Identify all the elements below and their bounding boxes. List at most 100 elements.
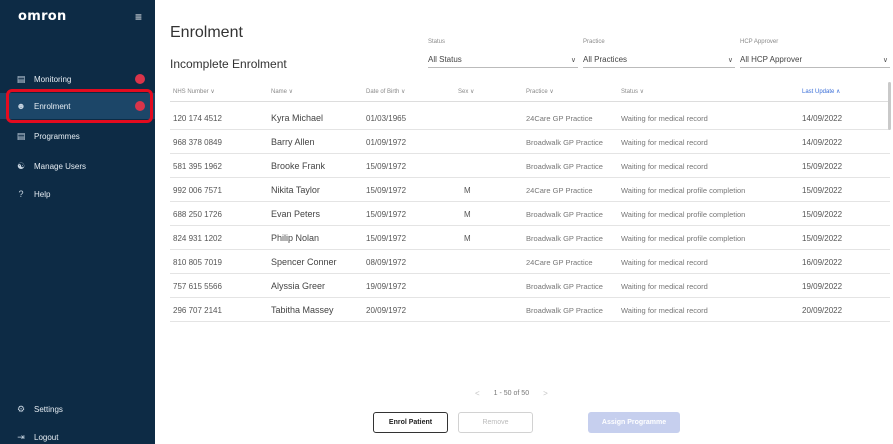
practice-cell: Broadwalk GP Practice xyxy=(526,138,603,147)
practice-cell: 24Care GP Practice xyxy=(526,258,593,267)
pagination: < 1 - 50 of 50 > xyxy=(475,389,548,398)
last-update-cell: 19/09/2022 xyxy=(802,282,843,291)
sidebar-item-label: Programmes xyxy=(34,131,80,141)
table-row[interactable]: 581 395 1962 Brooke Frank 15/09/1972 Bro… xyxy=(170,154,890,178)
status-cell: Waiting for medical record xyxy=(621,282,708,291)
sidebar-item-programmes[interactable]: ▤ Programmes xyxy=(0,123,155,149)
column-header-name[interactable]: Name ∨ xyxy=(271,88,293,95)
sidebar-item-label: Monitoring xyxy=(34,74,72,84)
table-row[interactable]: 824 931 1202 Philip Nolan 15/09/1972 M B… xyxy=(170,226,890,250)
dob-cell: 15/09/1972 xyxy=(366,162,407,171)
practice-cell: 24Care GP Practice xyxy=(526,186,593,195)
last-update-cell: 16/09/2022 xyxy=(802,258,843,267)
sex-cell: M xyxy=(464,186,471,195)
sidebar-item-monitoring[interactable]: ▤ Monitoring xyxy=(0,66,155,92)
sidebar-item-enrolment[interactable]: ☻ Enrolment xyxy=(0,93,155,119)
table-row[interactable]: 296 707 2141 Tabitha Massey 20/09/1972 B… xyxy=(170,298,890,322)
hamburger-icon[interactable]: ≡ xyxy=(135,10,142,24)
table-row[interactable]: 120 174 4512 Kyra Michael 01/03/1965 24C… xyxy=(170,106,890,130)
chevron-down-icon: ∨ xyxy=(882,56,888,64)
sidebar: omron ≡ ▤ Monitoring ☻ Enrolment ▤ Progr… xyxy=(0,0,155,444)
sidebar-item-logout[interactable]: ⇥ Logout xyxy=(0,424,155,444)
dob-cell: 15/09/1972 xyxy=(366,186,407,195)
table-row[interactable]: 968 378 0849 Barry Allen 01/09/1972 Broa… xyxy=(170,130,890,154)
assign-programme-button[interactable]: Assign Programme xyxy=(588,412,680,433)
nhs-number-cell: 120 174 4512 xyxy=(173,114,222,123)
practice-cell: Broadwalk GP Practice xyxy=(526,234,603,243)
practice-select-value: All Practices xyxy=(583,55,628,64)
nhs-number-cell: 810 805 7019 xyxy=(173,258,222,267)
practice-cell: Broadwalk GP Practice xyxy=(526,306,603,315)
status-select-value: All Status xyxy=(428,55,462,64)
column-header-practice[interactable]: Practice ∨ xyxy=(526,88,554,95)
dob-cell: 08/09/1972 xyxy=(366,258,407,267)
previous-page-icon[interactable]: < xyxy=(475,389,480,398)
question-icon: ? xyxy=(18,189,24,199)
dob-cell: 20/09/1972 xyxy=(366,306,407,315)
table-row[interactable]: 688 250 1726 Evan Peters 15/09/1972 M Br… xyxy=(170,202,890,226)
page-title: Enrolment xyxy=(170,24,243,41)
dob-cell: 01/03/1965 xyxy=(366,114,407,123)
sidebar-item-settings[interactable]: ⚙ Settings xyxy=(0,396,155,422)
sidebar-item-help[interactable]: ? Help xyxy=(0,181,155,207)
name-cell: Barry Allen xyxy=(271,137,315,147)
enrol-patient-button[interactable]: Enrol Patient xyxy=(373,412,448,433)
status-cell: Waiting for medical record xyxy=(621,258,708,267)
sidebar-item-label: Settings xyxy=(34,404,63,414)
last-update-cell: 20/09/2022 xyxy=(802,306,843,315)
hcp-approver-select-value: All HCP Approver xyxy=(740,55,803,64)
hcp-approver-filter-label: HCP Approver xyxy=(740,39,779,45)
last-update-cell: 14/09/2022 xyxy=(802,114,843,123)
sidebar-item-label: Manage Users xyxy=(34,161,87,171)
status-filter-label: Status xyxy=(428,39,446,45)
table-row[interactable]: 757 615 5566 Alyssia Greer 19/09/1972 Br… xyxy=(170,274,890,298)
practice-select[interactable]: All Practices ∨ xyxy=(583,52,735,68)
column-header-date-of-birth[interactable]: Date of Birth ∨ xyxy=(366,88,405,95)
column-header-nhs-number[interactable]: NHS Number ∨ xyxy=(173,88,215,95)
logout-icon: ⇥ xyxy=(17,431,25,442)
notification-badge xyxy=(135,74,145,84)
nhs-number-cell: 968 378 0849 xyxy=(173,138,222,147)
last-update-cell: 15/09/2022 xyxy=(802,186,843,195)
sidebar-item-label: Logout xyxy=(34,432,59,442)
remove-button[interactable]: Remove xyxy=(458,412,533,433)
status-cell: Waiting for medical record xyxy=(621,162,708,171)
status-cell: Waiting for medical profile completion xyxy=(621,186,746,195)
name-cell: Alyssia Greer xyxy=(271,281,326,291)
users-icon: ☯ xyxy=(16,160,26,171)
practice-cell: Broadwalk GP Practice xyxy=(526,210,603,219)
sex-cell: M xyxy=(464,210,471,219)
table-scrollbar[interactable] xyxy=(888,82,891,130)
practice-cell: Broadwalk GP Practice xyxy=(526,282,603,291)
column-header-sex[interactable]: Sex ∨ xyxy=(458,88,474,95)
pagination-range: 1 - 50 of 50 xyxy=(493,390,530,397)
sidebar-item-label: Enrolment xyxy=(34,101,71,111)
omron-logo: omron xyxy=(18,9,67,24)
practice-cell: Broadwalk GP Practice xyxy=(526,162,603,171)
sidebar-item-manage-users[interactable]: ☯ Manage Users xyxy=(0,153,155,179)
nhs-number-cell: 824 931 1202 xyxy=(173,234,222,243)
name-cell: Nikita Taylor xyxy=(271,185,320,195)
table-row[interactable]: 992 006 7571 Nikita Taylor 15/09/1972 M … xyxy=(170,178,890,202)
sex-cell: M xyxy=(464,234,471,243)
column-header-last-update[interactable]: Last Update ∧ xyxy=(802,88,840,95)
person-add-icon: ☻ xyxy=(16,101,26,111)
last-update-cell: 15/09/2022 xyxy=(802,162,843,171)
table-row[interactable]: 810 805 7019 Spencer Conner 08/09/1972 2… xyxy=(170,250,890,274)
status-cell: Waiting for medical record xyxy=(621,306,708,315)
status-select[interactable]: All Status ∨ xyxy=(428,52,578,68)
main-content: Enrolment Incomplete Enrolment Status Al… xyxy=(155,0,893,444)
hcp-approver-select[interactable]: All HCP Approver ∨ xyxy=(740,52,890,68)
next-page-icon[interactable]: > xyxy=(543,389,548,398)
dob-cell: 15/09/1972 xyxy=(366,234,407,243)
name-cell: Evan Peters xyxy=(271,209,321,219)
column-header-status[interactable]: Status ∨ xyxy=(621,88,644,95)
dob-cell: 19/09/1972 xyxy=(366,282,407,291)
sidebar-item-label: Help xyxy=(34,189,51,199)
practice-cell: 24Care GP Practice xyxy=(526,114,593,123)
table-row-partial xyxy=(170,322,890,334)
last-update-cell: 15/09/2022 xyxy=(802,210,843,219)
nhs-number-cell: 581 395 1962 xyxy=(173,162,222,171)
nhs-number-cell: 688 250 1726 xyxy=(173,210,222,219)
chevron-down-icon: ∨ xyxy=(570,56,576,64)
